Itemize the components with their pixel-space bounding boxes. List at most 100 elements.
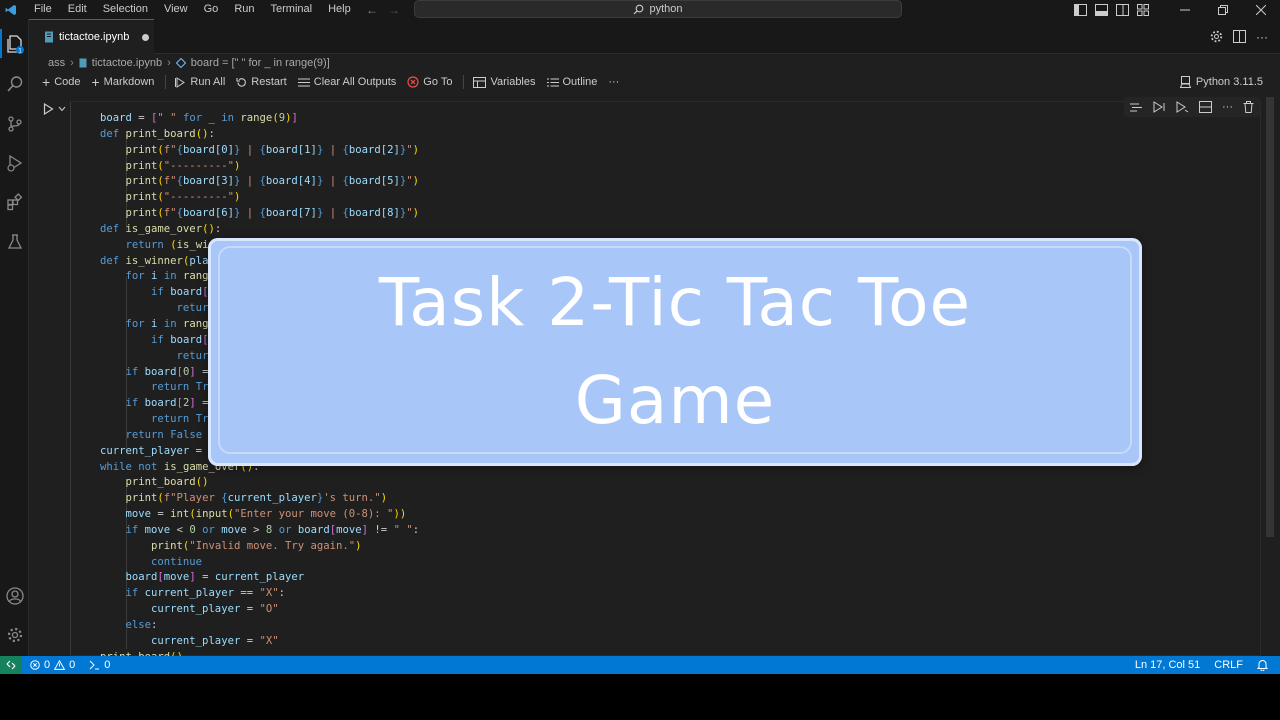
code-line[interactable]: def print_board(): [100,127,515,143]
more-toolbar-actions[interactable]: ··· [608,76,619,88]
notifications-bell-icon[interactable] [1257,659,1268,671]
ports-indicator[interactable]: 0 [89,659,110,671]
breadcrumb-folder[interactable]: ass [48,57,65,69]
menu-help[interactable]: Help [320,0,359,19]
run-all-icon [175,76,186,88]
window-controls [1166,0,1280,19]
notebook-toolbar: + Code + Markdown Run All Restart Clear … [29,71,1280,93]
split-cell-icon[interactable] [1199,101,1212,113]
cell-toolbar: ··· [1124,97,1260,117]
minimize-icon[interactable] [1166,0,1204,19]
tab-label: tictactoe.ipynb [59,31,130,43]
outline-list-icon [546,78,559,86]
search-icon [634,4,644,14]
code-line[interactable]: current_player = "X" [100,634,515,650]
run-debug-icon[interactable] [4,152,25,173]
code-line[interactable]: if current_player == "X": [100,586,515,602]
toggle-secondary-sidebar-icon[interactable] [1116,3,1129,16]
breadcrumb-file[interactable]: tictactoe.ipynb [92,57,162,69]
tab-tictactoe[interactable]: tictactoe.ipynb [29,19,154,54]
plus-icon: + [42,74,51,90]
title-line-1: Task 2-Tic Tac Toe [378,264,972,341]
source-control-icon[interactable] [4,113,25,134]
split-editor-icon[interactable] [1233,30,1246,43]
menu-go[interactable]: Go [196,0,227,19]
notebook-file-icon [45,31,53,43]
code-line[interactable]: print("Invalid move. Try again.") [100,539,515,555]
toggle-panel-icon[interactable] [1095,3,1108,16]
code-line[interactable]: current_player = "O" [100,602,515,618]
testing-flask-icon[interactable] [4,231,25,252]
error-circle-icon [407,76,419,88]
customize-layout-icon[interactable] [1137,3,1149,16]
delete-trash-icon[interactable] [1243,101,1254,113]
restore-icon[interactable] [1204,0,1242,19]
add-markdown-cell-button[interactable]: + Markdown [91,74,154,90]
remote-indicator-icon[interactable] [0,656,22,674]
cell-more-icon[interactable]: ··· [1222,101,1233,113]
vscode-logo-icon [0,0,22,19]
run-all-button[interactable]: Run All [175,76,225,88]
code-line[interactable]: print("---------") [100,190,515,206]
more-actions-icon[interactable]: ··· [1256,30,1268,44]
problems-indicator[interactable]: 0 0 [30,659,75,671]
manage-gear-icon[interactable] [4,624,25,645]
menu-selection[interactable]: Selection [95,0,156,19]
search-text: python [649,3,683,15]
close-icon[interactable] [1242,0,1280,19]
menu-file[interactable]: File [26,0,60,19]
code-line[interactable]: print("---------") [100,159,515,175]
toggle-primary-sidebar-icon[interactable] [1074,3,1087,16]
add-code-cell-button[interactable]: + Code [42,74,80,90]
code-line[interactable]: else: [100,618,515,634]
menu-view[interactable]: View [156,0,196,19]
go-to-button[interactable]: Go To [407,76,452,88]
menu-edit[interactable]: Edit [60,0,95,19]
extensions-icon[interactable] [4,191,25,212]
outline-button[interactable]: Outline [546,76,597,88]
settings-gear-icon[interactable] [1210,30,1223,43]
unsaved-dot-icon[interactable] [142,33,150,41]
breadcrumb-cell[interactable]: board = [" " for _ in range(9)] [191,57,330,69]
clear-all-icon [297,78,310,86]
run-below-icon[interactable] [1176,101,1189,113]
kernel-icon [1179,76,1191,88]
chevron-right-icon: › [70,56,74,69]
code-line[interactable]: print(f"Player {current_player}'s turn."… [100,491,515,507]
code-line[interactable]: def is_game_over(): [100,222,515,238]
code-line[interactable]: print_board() [100,475,515,491]
menu-run[interactable]: Run [226,0,262,19]
tab-actions: ··· [1210,19,1268,54]
notebook-file-icon [79,58,87,67]
command-center-search[interactable]: python [414,0,902,18]
forward-arrow-icon[interactable]: → [388,3,400,17]
restart-button[interactable]: Restart [236,76,287,88]
warning-icon [54,660,66,670]
line-ending[interactable]: CRLF [1214,659,1243,671]
kernel-picker[interactable]: Python 3.11.5 [1179,71,1263,93]
code-line[interactable]: print(f"{board[6]} | {board[7]} | {board… [100,206,515,222]
explorer-icon[interactable]: 1 [0,29,25,58]
code-line[interactable]: move = int(input("Enter your move (0-8):… [100,507,515,523]
accounts-icon[interactable] [4,585,25,606]
code-line[interactable]: if move < 0 or move > 8 or board[move] !… [100,523,515,539]
run-cell-button[interactable] [43,103,66,115]
search-icon[interactable] [4,73,25,94]
clear-all-outputs-button[interactable]: Clear All Outputs [297,76,396,88]
code-line[interactable]: print(f"{board[3]} | {board[4]} | {board… [100,174,515,190]
format-cell-icon[interactable] [1130,102,1143,113]
variables-button[interactable]: Variables [473,76,536,88]
variables-icon [473,76,487,88]
menu-bar: File Edit Selection View Go Run Terminal… [26,0,359,19]
editor-scrollbar[interactable] [1266,97,1274,537]
menu-terminal[interactable]: Terminal [263,0,321,19]
back-arrow-icon[interactable]: ← [366,3,378,17]
error-icon [30,660,40,670]
code-line[interactable]: print(f"{board[0]} | {board[1]} | {board… [100,143,515,159]
cursor-position[interactable]: Ln 17, Col 51 [1135,659,1200,671]
code-line[interactable]: board = [" " for _ in range(9)] [100,111,515,127]
toolbar-divider [463,75,465,89]
run-above-icon[interactable] [1153,101,1166,113]
code-line[interactable]: continue [100,555,515,571]
code-line[interactable]: board[move] = current_player [100,570,515,586]
